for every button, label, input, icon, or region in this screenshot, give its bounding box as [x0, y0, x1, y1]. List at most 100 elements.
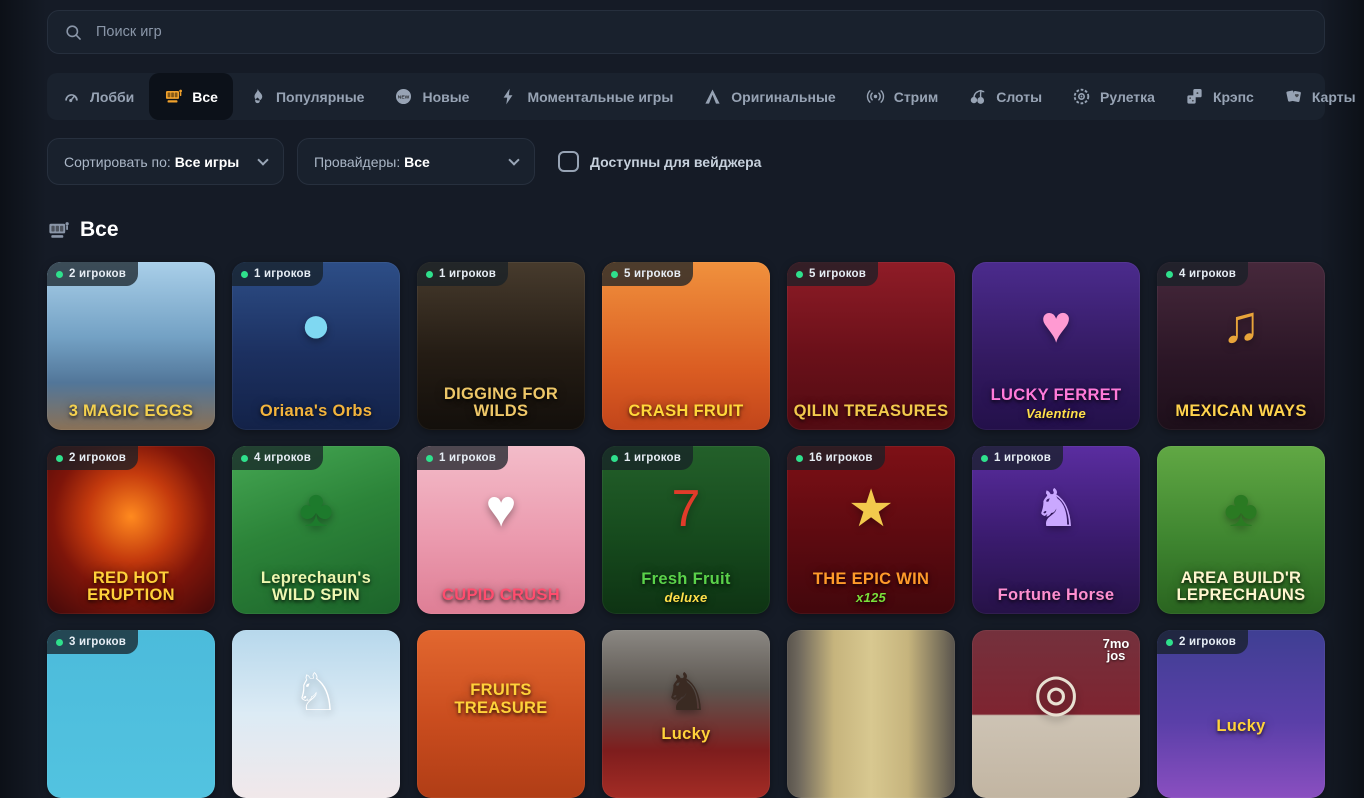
game-title: QILIN TREASURES — [792, 403, 950, 421]
cards-icon — [1284, 87, 1303, 106]
players-count: 5 игроков — [809, 268, 866, 280]
game-area-buildr-leprechauns[interactable]: ♣ AREA BUILD'R LEPRECHAUNS — [1157, 446, 1325, 614]
online-dot — [796, 455, 803, 462]
game-golden-studio[interactable] — [787, 630, 955, 798]
tab-stream[interactable]: Стрим — [851, 73, 953, 120]
game-orianas-orbs[interactable]: 1 игроков ● Oriana's Orbs — [232, 262, 400, 430]
game-lucky-pigs[interactable]: 2 игроков Lucky — [1157, 630, 1325, 798]
game-art: ♥ — [972, 299, 1140, 351]
tab-cards[interactable]: Карты — [1269, 73, 1364, 120]
players-badge: 1 игроков — [972, 446, 1063, 470]
game-qilin-treasures[interactable]: 5 игроков QILIN TREASURES — [787, 262, 955, 430]
tab-label: Новые — [422, 89, 469, 105]
online-dot — [611, 455, 618, 462]
sort-label: Сортировать по: — [64, 154, 171, 170]
game-tile[interactable]: 3 игроков — [47, 630, 215, 798]
players-count: 2 игроков — [69, 452, 126, 464]
online-dot — [56, 455, 63, 462]
players-count: 16 игроков — [809, 452, 873, 464]
players-count: 1 игроков — [439, 268, 496, 280]
game-art: ♣ — [232, 483, 400, 535]
players-badge: 1 игроков — [602, 446, 693, 470]
game-art: ♘ — [232, 667, 400, 719]
players-badge: 1 игроков — [232, 262, 323, 286]
tab-craps[interactable]: Крэпс — [1170, 73, 1269, 120]
game-fortune-horse[interactable]: 1 игроков ♞ Fortune Horse — [972, 446, 1140, 614]
game-tile[interactable]: ♘ — [232, 630, 400, 798]
game-art: ♞ — [972, 483, 1140, 535]
games-grid: 2 игроков 3 MAGIC EGGS 1 игроков ● Orian… — [47, 262, 1325, 798]
online-dot — [56, 639, 63, 646]
game-fruits-treasure[interactable]: FRUITS TREASURE — [417, 630, 585, 798]
flame-icon — [248, 87, 267, 106]
search-input[interactable] — [94, 23, 1308, 41]
tab-originals[interactable]: Оригинальные — [688, 73, 850, 120]
game-3-magic-eggs[interactable]: 2 игроков 3 MAGIC EGGS — [47, 262, 215, 430]
online-dot — [241, 271, 248, 278]
section-header: Все — [47, 218, 1325, 242]
game-digging-for-wilds[interactable]: 1 игроков DIGGING FOR WILDS — [417, 262, 585, 430]
tab-roulette[interactable]: Рулетка — [1057, 73, 1170, 120]
players-badge: 2 игроков — [47, 446, 138, 470]
category-tabs: Лобби ВсеПопулярные NEW Новые Моментальные и… — [47, 73, 1325, 120]
svg-text:NEW: NEW — [398, 94, 410, 100]
game-lucky-ferret[interactable]: ♥ LUCKY FERRETValentine — [972, 262, 1140, 430]
game-red-hot-eruption[interactable]: 2 игроков RED HOT ERUPTION — [47, 446, 215, 614]
game-art: ♥ — [417, 483, 585, 535]
online-dot — [426, 455, 433, 462]
provider-logo-7mojos: 7mojos — [1101, 638, 1131, 663]
tab-label: Карты — [1312, 89, 1356, 105]
players-badge: 5 игроков — [602, 262, 693, 286]
game-the-epic-win[interactable]: 16 игроков ★ THE EPIC WINx125 — [787, 446, 955, 614]
tab-label: Стрим — [894, 89, 938, 105]
wager-filter[interactable]: Доступны для вейджера — [558, 151, 761, 172]
game-title: THE EPIC WINx125 — [792, 571, 950, 605]
players-badge: 2 игроков — [1157, 630, 1248, 654]
online-dot — [1166, 639, 1173, 646]
search-bar[interactable] — [47, 10, 1325, 54]
players-badge: 4 игроков — [1157, 262, 1248, 286]
players-count: 1 игроков — [994, 452, 1051, 464]
new-icon: NEW — [394, 87, 413, 106]
wager-label: Доступны для вейджера — [590, 154, 761, 170]
tab-lobby[interactable]: Лобби — [47, 73, 149, 120]
tab-instant-games[interactable]: Моментальные игры — [484, 73, 688, 120]
sort-select-text: Сортировать по: Все игры — [64, 154, 239, 170]
tab-label: Моментальные игры — [527, 89, 673, 105]
players-count: 1 игроков — [439, 452, 496, 464]
game-title: 3 MAGIC EGGS — [52, 403, 210, 421]
tab-all[interactable]: Все — [149, 73, 233, 120]
tab-label: Крэпс — [1213, 89, 1254, 105]
game-title: Fresh Fruitdeluxe — [607, 571, 765, 605]
game-roulette-table[interactable]: ◎ 7mojos — [972, 630, 1140, 798]
online-dot — [981, 455, 988, 462]
players-count: 5 игроков — [624, 268, 681, 280]
players-badge: 3 игроков — [47, 630, 138, 654]
game-mexican-ways[interactable]: 4 игроков ♫ MEXICAN WAYS — [1157, 262, 1325, 430]
tab-label: Лобби — [90, 89, 134, 105]
provider-select[interactable]: Провайдеры: Все — [297, 138, 535, 185]
players-count: 1 игроков — [254, 268, 311, 280]
wager-checkbox[interactable] — [558, 151, 579, 172]
game-cupid-crush[interactable]: 1 игроков ♥ CUPID CRUSH — [417, 446, 585, 614]
chevron-down-icon — [257, 154, 268, 165]
sort-select[interactable]: Сортировать по: Все игры — [47, 138, 284, 185]
tab-label: Оригинальные — [731, 89, 835, 105]
game-fresh-fruit-deluxe[interactable]: 1 игроков 7 Fresh Fruitdeluxe — [602, 446, 770, 614]
tab-slots[interactable]: Слоты — [953, 73, 1057, 120]
tab-popular[interactable]: Популярные — [233, 73, 379, 120]
online-dot — [56, 271, 63, 278]
tab-new[interactable]: NEW Новые — [379, 73, 484, 120]
game-title: Fortune Horse — [977, 587, 1135, 605]
game-title: CUPID CRUSH — [422, 587, 580, 605]
game-title: Leprechaun's WILD SPIN — [237, 570, 395, 605]
game-title: RED HOT ERUPTION — [52, 570, 210, 605]
game-crash-fruit[interactable]: 5 игроков CRASH FRUIT — [602, 262, 770, 430]
game-art: ★ — [787, 483, 955, 535]
slot-machine-icon — [47, 219, 70, 242]
section-title: Все — [80, 218, 119, 242]
online-dot — [241, 455, 248, 462]
provider-select-text: Провайдеры: Все — [314, 154, 430, 170]
game-leprechauns-wild-spin[interactable]: 4 игроков ♣ Leprechaun's WILD SPIN — [232, 446, 400, 614]
game-lucky-horse[interactable]: ♞ Lucky — [602, 630, 770, 798]
